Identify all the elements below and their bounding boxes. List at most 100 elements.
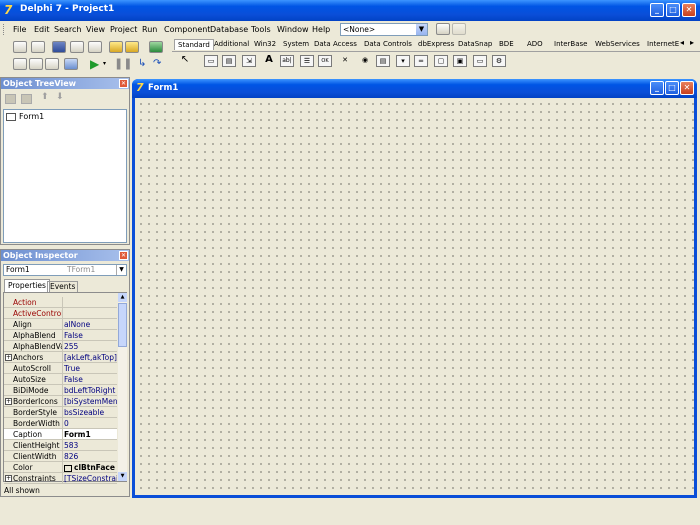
property-row[interactable]: BorderStyle bsSizeable <box>4 407 117 418</box>
menu-file[interactable]: File <box>13 24 26 36</box>
menu-window[interactable]: Window <box>277 24 309 36</box>
property-value[interactable]: 255 <box>64 341 117 352</box>
label-icon[interactable]: A <box>262 55 276 67</box>
palette-tab-additional[interactable]: Additional <box>214 39 249 50</box>
form1-design-surface[interactable] <box>135 98 694 495</box>
maximize-button[interactable]: □ <box>666 3 680 17</box>
property-value[interactable]: True <box>64 363 117 374</box>
scroll-up-icon[interactable]: ▲ <box>118 293 127 302</box>
minimize-button[interactable]: _ <box>650 3 664 17</box>
property-value[interactable]: Form1 <box>64 429 117 440</box>
tab-events[interactable]: Events <box>47 281 79 292</box>
actionlist-icon[interactable]: ⚙ <box>492 55 506 67</box>
property-row[interactable]: ClientHeight 583 <box>4 440 117 451</box>
menu-help[interactable]: Help <box>312 24 330 36</box>
help-contents-icon[interactable] <box>149 41 163 53</box>
expand-icon[interactable]: + <box>5 475 12 482</box>
palette-tab-interbase[interactable]: InterBase <box>554 39 587 50</box>
property-value[interactable]: 0 <box>64 418 117 429</box>
button-icon[interactable]: OK <box>318 55 332 67</box>
form-minimize-button[interactable]: _ <box>650 81 664 95</box>
new-items-icon[interactable] <box>13 41 27 53</box>
tree-item-form1[interactable]: Form1 <box>19 112 44 121</box>
edit-icon[interactable]: ab| <box>280 55 294 67</box>
expand-icon[interactable]: + <box>5 354 12 361</box>
scroll-thumb[interactable] <box>118 303 127 347</box>
property-row[interactable]: +BorderIcons [biSystemMenu, <box>4 396 117 407</box>
expand-icon[interactable]: + <box>5 398 12 405</box>
scroll-down-icon[interactable]: ▼ <box>118 472 127 481</box>
new-form-icon[interactable] <box>64 58 78 70</box>
add-file-icon[interactable] <box>109 41 123 53</box>
combobox-icon[interactable]: ▾ <box>396 55 410 67</box>
mainmenu-icon[interactable]: ▤ <box>222 55 236 67</box>
form-close-button[interactable]: ✕ <box>680 81 694 95</box>
set-debug-desktop-icon[interactable] <box>452 23 466 35</box>
property-value[interactable]: [biSystemMenu, <box>64 396 117 407</box>
save-all-icon[interactable] <box>70 41 84 53</box>
menu-project[interactable]: Project <box>110 24 137 36</box>
property-row[interactable]: AlphaBlend False <box>4 330 117 341</box>
toggle-form-unit-icon[interactable] <box>45 58 59 70</box>
palette-scroll-left-icon[interactable]: ◂ <box>680 38 684 47</box>
palette-tab-datasnap[interactable]: DataSnap <box>458 39 492 50</box>
palette-tab-dbexpress[interactable]: dbExpress <box>418 39 454 50</box>
palette-tab-data-controls[interactable]: Data Controls <box>364 39 412 50</box>
property-row[interactable]: Action <box>4 297 117 308</box>
property-row[interactable]: Color clBtnFace <box>4 462 117 473</box>
object-selector[interactable]: Form1 TForm1 ▼ <box>3 264 127 276</box>
palette-tab-data-access[interactable]: Data Access <box>314 39 357 50</box>
arrow-down-icon[interactable]: ⬇ <box>56 92 64 102</box>
radiogroup-icon[interactable]: ▣ <box>453 55 467 67</box>
config-combo[interactable]: <None> ▼ <box>340 23 428 36</box>
property-row[interactable]: AlphaBlendValu255 <box>4 341 117 352</box>
save-desktop-icon[interactable] <box>436 23 450 35</box>
trace-into-icon[interactable]: ↳ <box>138 58 146 69</box>
open-project-icon[interactable] <box>88 41 102 53</box>
inspector-close-icon[interactable]: ✕ <box>119 251 128 260</box>
property-value[interactable]: bdLeftToRight <box>64 385 117 396</box>
palette-tab-system[interactable]: System <box>283 39 309 50</box>
property-value[interactable]: [TSizeConstrain <box>64 473 117 484</box>
palette-tab-win32[interactable]: Win32 <box>254 39 276 50</box>
property-row[interactable]: + Anchors [akLeft,akTop] <box>4 352 117 363</box>
popupmenu-icon[interactable]: ⇲ <box>242 55 256 67</box>
run-icon[interactable]: ▶ <box>90 57 102 71</box>
delete-icon[interactable] <box>5 94 16 104</box>
menu-tools[interactable]: Tools <box>251 24 271 36</box>
frames-icon[interactable]: ▭ <box>204 55 218 67</box>
open-icon[interactable] <box>31 41 45 53</box>
menu-edit[interactable]: Edit <box>34 24 50 36</box>
property-value[interactable]: 583 <box>64 440 117 451</box>
close-button[interactable]: ✕ <box>682 3 696 17</box>
palette-tab-internetexpress[interactable]: InternetExpress <box>647 39 679 50</box>
property-row[interactable]: AutoSize False <box>4 374 117 385</box>
run-dropdown-icon[interactable]: ▾ <box>103 60 106 67</box>
property-value[interactable]: 826 <box>64 451 117 462</box>
add-icon[interactable] <box>21 94 32 104</box>
palette-tab-bde[interactable]: BDE <box>499 39 514 50</box>
form-maximize-button[interactable]: □ <box>665 81 679 95</box>
view-unit-icon[interactable] <box>13 58 27 70</box>
property-value[interactable]: bsSizeable <box>64 407 117 418</box>
menu-view[interactable]: View <box>86 24 105 36</box>
menu-component[interactable]: Component <box>164 24 210 36</box>
groupbox-icon[interactable]: ▢ <box>434 55 448 67</box>
pause-icon[interactable]: ❚❚ <box>114 57 132 71</box>
listbox-icon[interactable]: ▤ <box>376 55 390 67</box>
property-value[interactable]: False <box>64 330 117 341</box>
palette-tab-ado[interactable]: ADO <box>527 39 543 50</box>
property-row[interactable]: Align alNone <box>4 319 117 330</box>
step-over-icon[interactable]: ↷ <box>153 58 161 69</box>
property-row[interactable]: ActiveControl <box>4 308 117 319</box>
property-row[interactable]: BorderWidth 0 <box>4 418 117 429</box>
checkbox-icon[interactable]: ✕ <box>338 55 352 67</box>
menu-database[interactable]: Database <box>210 24 248 36</box>
property-value[interactable]: alNone <box>64 319 117 330</box>
property-row[interactable]: AutoScroll True <box>4 363 117 374</box>
chevron-down-icon[interactable]: ▼ <box>416 24 427 35</box>
remove-file-icon[interactable] <box>125 41 139 53</box>
panel-icon[interactable]: ▭ <box>473 55 487 67</box>
palette-tab-webservices[interactable]: WebServices <box>595 39 640 50</box>
memo-icon[interactable]: ☰ <box>300 55 314 67</box>
